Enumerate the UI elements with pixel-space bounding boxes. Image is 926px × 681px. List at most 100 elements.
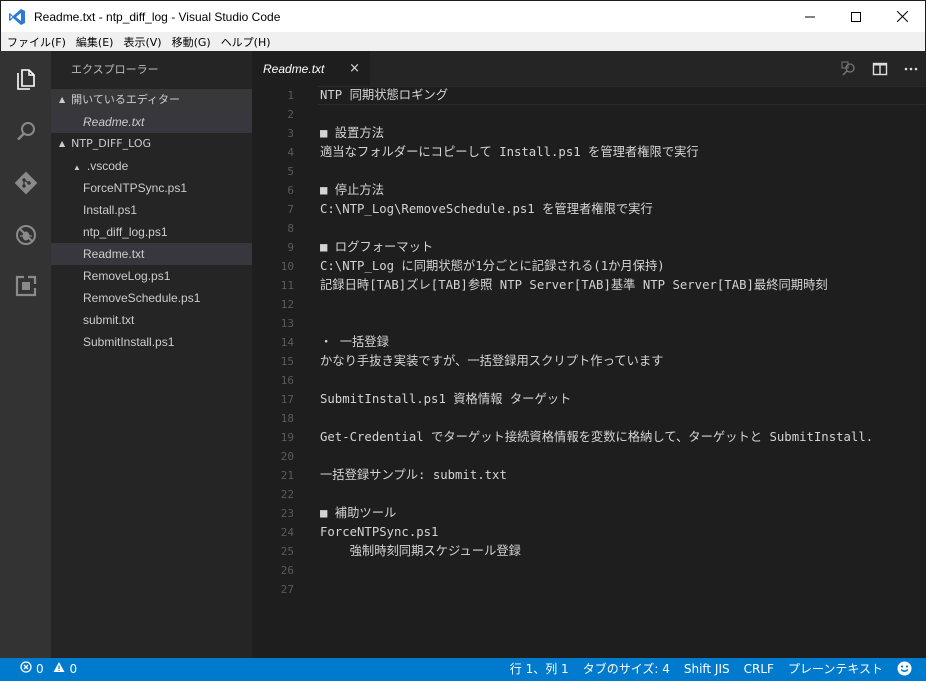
code-line[interactable]: 6 ■ 停止方法 [252, 181, 926, 200]
menu-view[interactable]: 表示(V) [118, 34, 166, 50]
code-line[interactable]: 20 [252, 447, 926, 466]
problems-indicator[interactable]: 0 0 [8, 658, 84, 681]
debug-icon [16, 225, 36, 245]
line-text: C:\NTP_Log\RemoveSchedule.ps1 を管理者権限で実行 [320, 202, 653, 216]
git-icon [14, 171, 38, 195]
code-line[interactable]: 24 ForceNTPSync.ps1 [252, 523, 926, 542]
end-of-line[interactable]: CRLF [737, 658, 781, 681]
code-line[interactable]: 25 強制時刻同期スケジュール登録 [252, 542, 926, 561]
file-item[interactable]: Install.ps1 [51, 199, 252, 221]
code-line[interactable]: 1 NTP 同期状態ロギング [252, 86, 926, 105]
line-number: 4 [287, 146, 294, 159]
line-text: NTP 同期状態ロギング [320, 88, 448, 102]
split-editor-button[interactable] [864, 51, 895, 86]
folder-header[interactable]: ▲ NTP_DIFF_LOG [51, 133, 252, 155]
folder-item-vscode[interactable]: ▲ .vscode [51, 155, 252, 177]
line-number: 25 [280, 545, 294, 558]
code-line[interactable]: 21 一括登録サンプル: submit.txt [252, 466, 926, 485]
feedback-button[interactable] [890, 658, 926, 681]
encoding[interactable]: Shift JIS [677, 658, 737, 681]
maximize-icon [851, 11, 861, 22]
menu-file[interactable]: ファイル(F) [2, 34, 71, 50]
extensions-button[interactable] [12, 272, 40, 300]
open-changes-icon [841, 61, 855, 76]
vscode-logo-icon [9, 8, 25, 25]
expanded-chevron-icon: ▲ [59, 95, 66, 104]
code-line[interactable]: 23 ■ 補助ツール [252, 504, 926, 523]
menu-help[interactable]: ヘルプ(H) [216, 34, 276, 50]
sidebar-title: エクスプローラー [71, 63, 159, 76]
code-line[interactable]: 14 ・ 一括登録 [252, 333, 926, 352]
line-number: 16 [280, 374, 294, 387]
file-item[interactable]: submit.txt [51, 309, 252, 331]
cursor-position[interactable]: 行 1、列 1 [503, 658, 576, 681]
code-line[interactable]: 7 C:\NTP_Log\RemoveSchedule.ps1 を管理者権限で実行 [252, 200, 926, 219]
menu-go[interactable]: 移動(G) [167, 34, 216, 50]
open-editor-item[interactable]: Readme.txt [51, 111, 252, 133]
menu-edit[interactable]: 編集(E) [71, 34, 119, 50]
code-line[interactable]: 17 SubmitInstall.ps1 資格情報 ターゲット [252, 390, 926, 409]
line-text: かなり手抜き実装ですが、一括登録用スクリプト作っています [320, 354, 664, 368]
file-item[interactable]: ntp_diff_log.ps1 [51, 221, 252, 243]
code-line[interactable]: 12 [252, 295, 926, 314]
debug-button[interactable] [12, 221, 40, 249]
code-line[interactable]: 11 記録日時[TAB]ズレ[TAB]参照 NTP Server[TAB]基準 N… [252, 276, 926, 295]
line-number: 7 [287, 203, 294, 216]
code-line[interactable]: 16 [252, 371, 926, 390]
folder-label: NTP_DIFF_LOG [71, 137, 152, 150]
collapsed-chevron-icon: ▲ [73, 163, 81, 172]
code-line[interactable]: 4 適当なフォルダーにコピーして Install.ps1 を管理者権限で実行 [252, 143, 926, 162]
source-control-button[interactable] [12, 169, 40, 197]
line-number: 1 [287, 89, 294, 102]
minimize-icon [805, 16, 815, 17]
close-icon [896, 11, 908, 22]
code-line[interactable]: 3 ■ 設置方法 [252, 124, 926, 143]
error-count: 0 [36, 662, 44, 676]
code-line[interactable]: 22 [252, 485, 926, 504]
tab-bar: Readme.txt × [252, 51, 926, 86]
code-line[interactable]: 26 [252, 561, 926, 580]
search-icon [17, 122, 35, 141]
tab-readme[interactable]: Readme.txt × [252, 51, 370, 86]
files-icon [17, 69, 35, 90]
tab-size[interactable]: タブのサイズ: 4 [576, 658, 677, 681]
file-item[interactable]: RemoveSchedule.ps1 [51, 287, 252, 309]
code-line[interactable]: 13 [252, 314, 926, 333]
code-line[interactable]: 2 [252, 105, 926, 124]
text-editor[interactable]: 1 NTP 同期状態ロギング 2 3 ■ 設置方法 4 適当なフォルダーにコピーして Ins… [252, 86, 926, 658]
code-line[interactable]: 19 Get-Credential でターゲット接続資格情報を変数に格納して、ター… [252, 428, 926, 447]
line-number: 20 [280, 450, 294, 463]
tab-close-icon[interactable]: × [349, 61, 360, 76]
smiley-icon [897, 661, 912, 676]
line-text: SubmitInstall.ps1 資格情報 ターゲット [320, 392, 572, 406]
code-line[interactable]: 5 [252, 162, 926, 181]
code-line[interactable]: 9 ■ ログフォーマット [252, 238, 926, 257]
line-number: 9 [287, 241, 294, 254]
line-number: 14 [280, 336, 294, 349]
file-item[interactable]: RemoveLog.ps1 [51, 265, 252, 287]
open-changes-button[interactable] [833, 51, 864, 86]
file-item[interactable]: ForceNTPSync.ps1 [51, 177, 252, 199]
code-line[interactable]: 18 [252, 409, 926, 428]
more-actions-button[interactable] [895, 51, 926, 86]
language-mode[interactable]: プレーンテキスト [781, 658, 890, 681]
code-line[interactable]: 15 かなり手抜き実装ですが、一括登録用スクリプト作っています [252, 352, 926, 371]
tab-label: Readme.txt [263, 61, 325, 76]
line-text: 強制時刻同期スケジュール登録 [320, 544, 521, 558]
code-line[interactable]: 10 C:\NTP_Log に同期状態が1分ごとに記録される(1か月保持) [252, 257, 926, 276]
open-editors-header[interactable]: ▲ 開いているエディター [51, 89, 252, 111]
line-number: 11 [280, 279, 294, 292]
minimize-button[interactable] [787, 1, 833, 32]
maximize-button[interactable] [833, 1, 879, 32]
code-line[interactable]: 8 [252, 219, 926, 238]
warning-count: 0 [69, 662, 78, 676]
extensions-icon [15, 275, 37, 297]
menu-bar: ファイル(F) 編集(E) 表示(V) 移動(G) ヘルプ(H) [0, 32, 926, 51]
explorer-button[interactable] [12, 65, 40, 93]
file-item[interactable]: SubmitInstall.ps1 [51, 331, 252, 353]
search-button[interactable] [12, 117, 40, 145]
code-line[interactable]: 27 [252, 580, 926, 599]
line-text: 記録日時[TAB]ズレ[TAB]参照 NTP Server[TAB]基準 NTP… [320, 278, 828, 292]
file-item-selected[interactable]: Readme.txt [51, 243, 252, 265]
close-button[interactable] [879, 1, 925, 32]
